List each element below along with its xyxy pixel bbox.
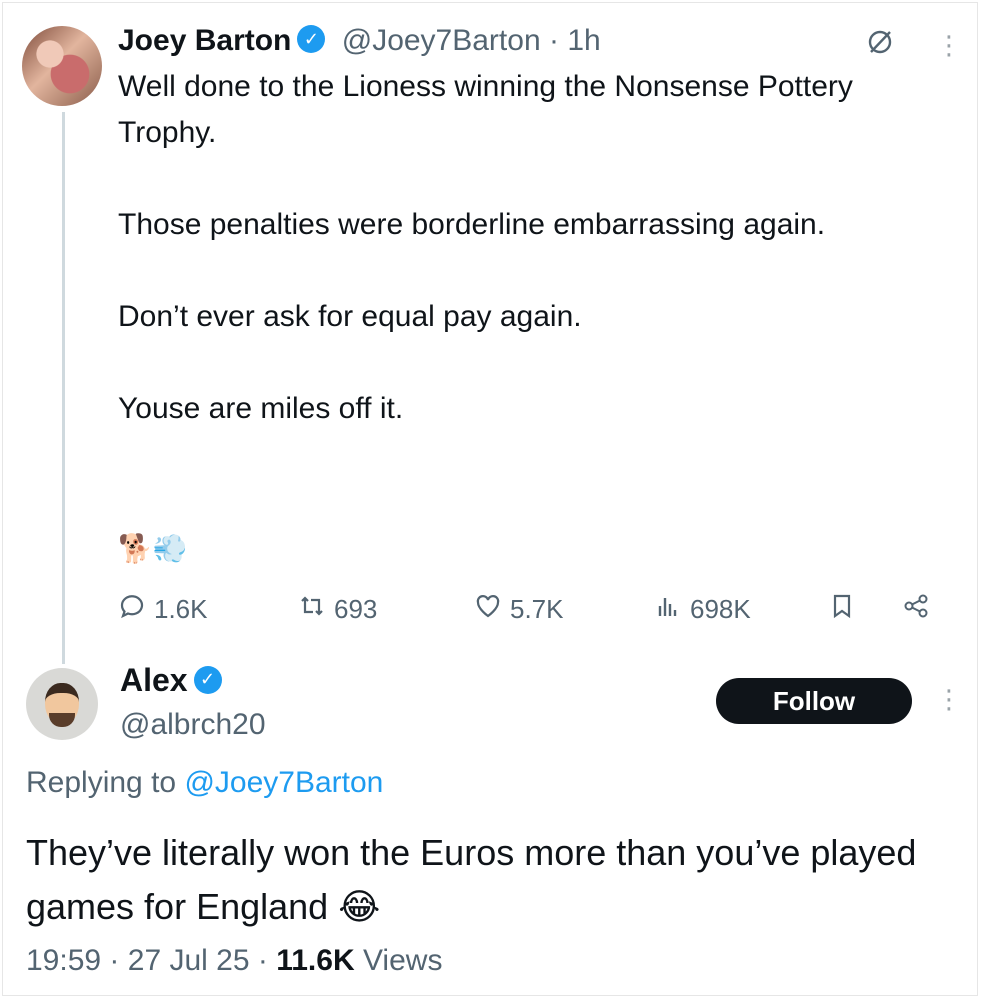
- repost-count: 693: [334, 594, 378, 624]
- reply-meta: 19:59 · 27 Jul 25 · 11.6K Views: [26, 944, 442, 978]
- views-count: 698K: [690, 594, 751, 624]
- memoji-face: [45, 683, 79, 727]
- like-icon: [474, 592, 502, 627]
- bookmark-button[interactable]: [828, 592, 856, 627]
- reply-text: They’ve literally won the Euros more tha…: [26, 832, 917, 927]
- tweet-time[interactable]: 1h: [567, 24, 600, 57]
- tweet-text: Well done to the Lioness winning the Non…: [118, 64, 918, 478]
- repost-button[interactable]: 693: [298, 592, 377, 627]
- more-icon[interactable]: ⋮: [936, 686, 962, 712]
- reply-view-count: 11.6K: [276, 944, 355, 977]
- avatar[interactable]: [26, 668, 98, 740]
- views-label: Views: [362, 944, 443, 977]
- replying-prefix: Replying to: [26, 766, 177, 799]
- separator-dot: ·: [548, 24, 559, 57]
- reply-author-name[interactable]: Alex: [120, 662, 188, 698]
- tweet-paragraph: Well done to the Lioness winning the Non…: [118, 70, 853, 149]
- separator-dot: ·: [109, 944, 120, 977]
- views-button[interactable]: 698K: [654, 592, 751, 627]
- repost-icon: [298, 592, 326, 627]
- tweet-paragraph: Those penalties were borderline embarras…: [118, 208, 826, 241]
- share-icon: [902, 592, 930, 627]
- reply-icon: [118, 592, 146, 627]
- views-icon: [654, 592, 682, 627]
- share-button[interactable]: [902, 592, 930, 627]
- reply-time[interactable]: 19:59: [26, 944, 101, 977]
- replying-to-link[interactable]: @Joey7Barton: [184, 766, 383, 799]
- thread-line: [62, 112, 65, 664]
- tweet-paragraph: Youse are miles off it.: [118, 392, 404, 425]
- more-icon[interactable]: ⋮: [936, 32, 962, 58]
- author-name[interactable]: Joey Barton: [118, 24, 291, 57]
- reply-author: Alex ✓: [120, 662, 222, 699]
- tweet-header: Joey Barton ✓ @Joey7Barton · 1h: [118, 24, 601, 58]
- verified-badge-icon: ✓: [193, 665, 222, 694]
- author-handle[interactable]: @Joey7Barton: [342, 24, 541, 57]
- verified-badge-icon: ✓: [297, 25, 326, 54]
- reply-button[interactable]: 1.6K: [118, 592, 208, 627]
- grok-icon[interactable]: [866, 28, 894, 63]
- tweet-emojis: 🐕💨: [118, 533, 188, 564]
- separator-dot: ·: [257, 944, 268, 977]
- like-button[interactable]: 5.7K: [474, 592, 564, 627]
- tweet-paragraph: Don’t ever ask for equal pay again.: [118, 300, 582, 333]
- like-count: 5.7K: [510, 594, 564, 624]
- bookmark-icon: [828, 592, 856, 627]
- follow-button[interactable]: Follow: [716, 678, 912, 724]
- reply-count: 1.6K: [154, 594, 208, 624]
- action-bar: 1.6K 693 5.7K 698K: [0, 592, 982, 632]
- reply-date[interactable]: 27 Jul 25: [128, 944, 250, 977]
- reply-author-handle[interactable]: @albrch20: [120, 708, 266, 742]
- avatar[interactable]: [22, 26, 102, 106]
- replying-to: Replying to @Joey7Barton: [26, 766, 383, 800]
